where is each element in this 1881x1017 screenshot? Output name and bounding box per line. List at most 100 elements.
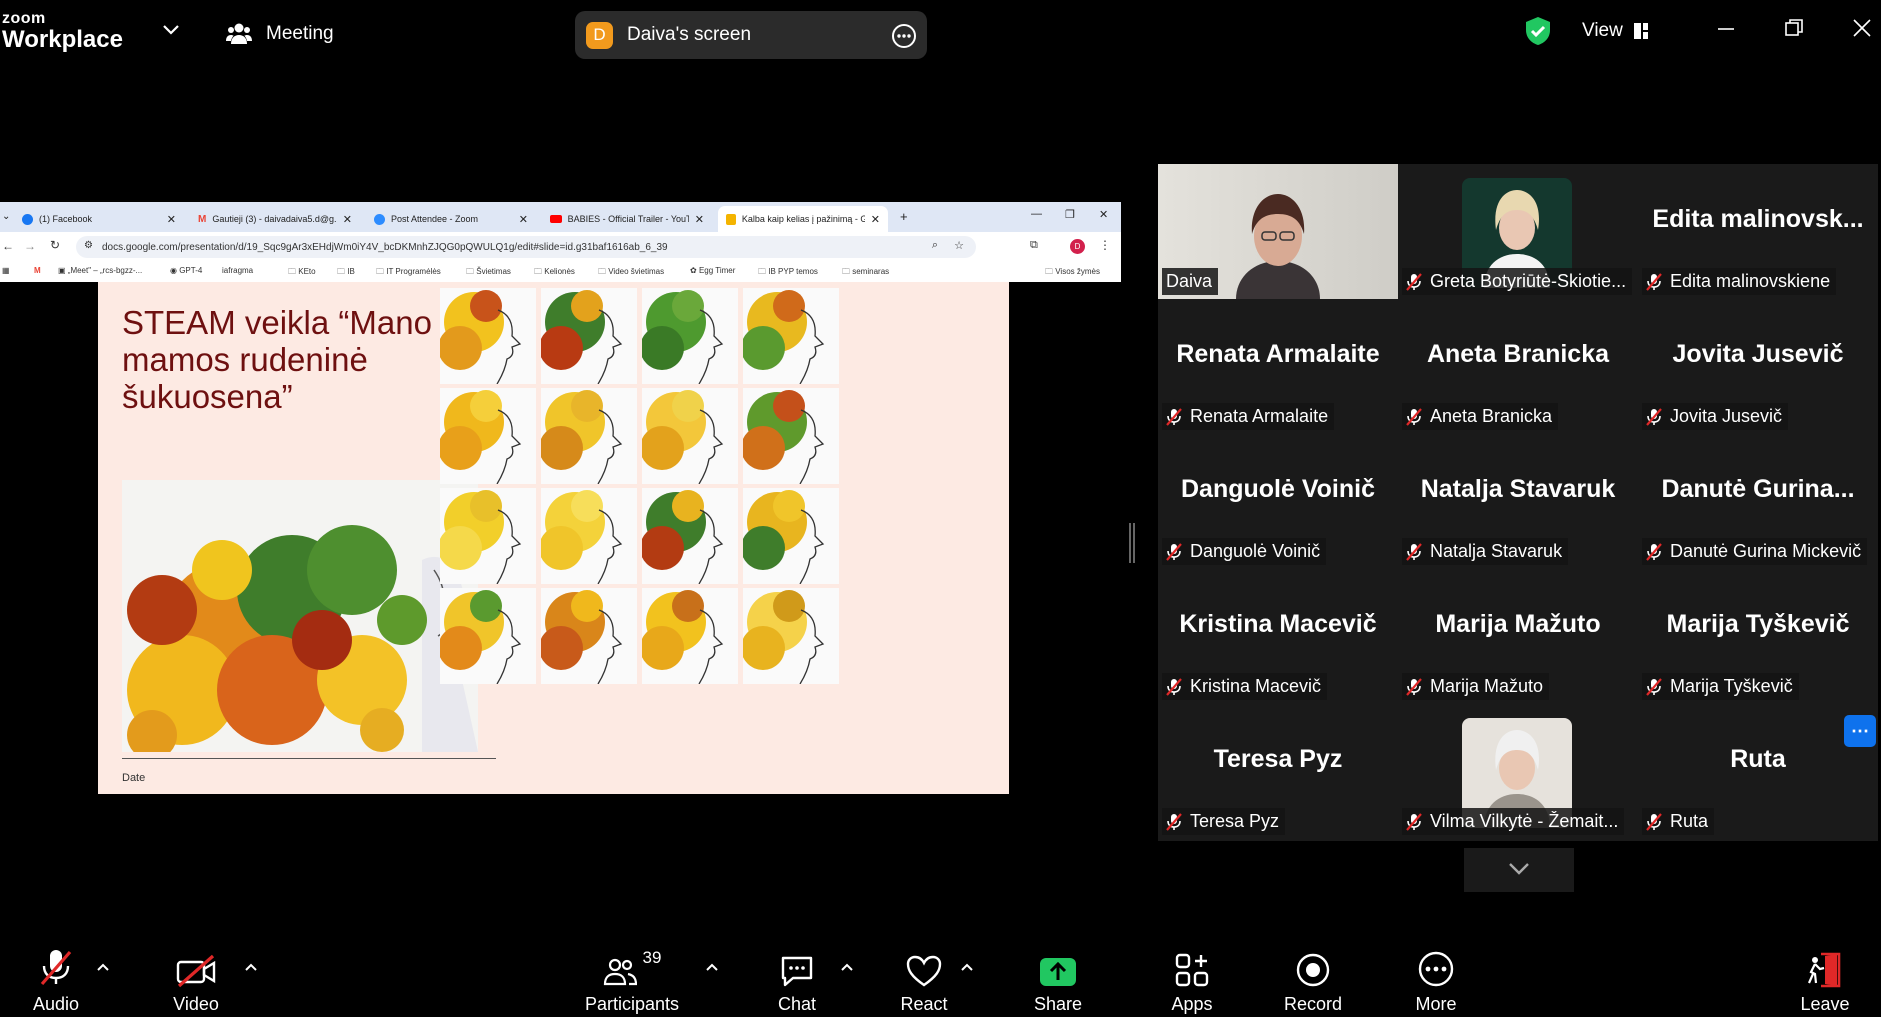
participant-tile[interactable]: Marija Tyškevič Marija Tyškevič <box>1638 569 1878 704</box>
browser-close-icon[interactable]: ✕ <box>1099 208 1108 221</box>
reload-icon[interactable]: ↻ <box>50 238 60 252</box>
record-label: Record <box>1283 994 1343 1014</box>
browser-tab[interactable]: BABIES - Official Trailer - YouTu... ✕ <box>542 206 712 232</box>
participant-tile[interactable]: Danguolė Voinič Danguolė Voinič <box>1158 434 1398 569</box>
leaf-art-tile <box>440 388 536 484</box>
participants-button[interactable]: 39 Participants <box>578 932 686 1017</box>
slides-icon <box>726 213 736 225</box>
extensions-icon[interactable]: ⧉ <box>1030 239 1038 252</box>
participant-name: Teresa Pyz <box>1190 811 1280 831</box>
gallery-more-button[interactable]: ⋯ <box>1844 715 1876 747</box>
audio-options-caret-icon[interactable] <box>96 962 110 972</box>
security-shield-icon[interactable] <box>1524 16 1552 46</box>
participant-tile[interactable]: Kristina Macevič Kristina Macevič <box>1158 569 1398 704</box>
tab-close-icon[interactable]: ✕ <box>167 213 176 226</box>
participant-tile[interactable]: Daiva <box>1158 164 1398 299</box>
chat-button[interactable]: Chat <box>762 932 832 1017</box>
react-options-caret-icon[interactable] <box>960 962 974 972</box>
participant-tile[interactable]: Jovita Jusevič Jovita Jusevič <box>1638 299 1878 434</box>
share-button[interactable]: Share <box>1022 932 1094 1017</box>
bookmark-gpt4[interactable]: ◉ GPT-4 <box>170 266 202 275</box>
participant-tile[interactable]: Natalja Stavaruk Natalja Stavaruk <box>1398 434 1638 569</box>
participant-display-name: Aneta Branicka <box>1426 340 1610 368</box>
participant-tile[interactable]: Vilma Vilkytė - Žemait... <box>1398 704 1638 839</box>
participant-tile[interactable]: Marija Mažuto Marija Mažuto <box>1398 569 1638 704</box>
browser-restore-icon[interactable]: ❐ <box>1065 208 1075 221</box>
new-tab-icon[interactable]: + <box>900 209 908 224</box>
zoom-search-icon[interactable]: ⌕ <box>932 239 938 252</box>
bookmark-folder-ib[interactable]: 🗀 IB <box>337 266 355 280</box>
video-options-caret-icon[interactable] <box>244 962 258 972</box>
zoom-icon <box>374 213 385 225</box>
panel-resize-handle[interactable] <box>1128 523 1136 563</box>
participant-tile[interactable]: Edita malinovsk... Edita malinovskiene <box>1638 164 1878 299</box>
participant-tile[interactable]: Greta Botyriūtė-Skiotie... <box>1398 164 1638 299</box>
participant-name-tag: Jovita Jusevič <box>1642 403 1789 430</box>
participant-tile[interactable]: Teresa Pyz Teresa Pyz <box>1158 704 1398 839</box>
browser-tab[interactable]: (1) Facebook ✕ <box>14 206 184 232</box>
browser-minimize-icon[interactable]: — <box>1031 208 1042 220</box>
back-icon[interactable]: ← <box>2 239 14 253</box>
all-bookmarks[interactable]: 🗀 Visos žymės <box>1045 266 1100 280</box>
bookmark-folder-svietimas[interactable]: 🗀 Švietimas <box>466 266 511 280</box>
browser-menu-icon[interactable]: ⋮ <box>1099 238 1111 252</box>
audio-button[interactable]: Audio <box>20 932 92 1017</box>
gmail-bookmark-icon[interactable]: M <box>34 266 41 275</box>
chat-options-caret-icon[interactable] <box>840 962 854 972</box>
leaf-art-tile <box>642 388 738 484</box>
apps-icon <box>1175 953 1209 987</box>
browser-address-row: ← → ↻ ⚙ docs.google.com/presentation/d/1… <box>0 232 1121 262</box>
participant-name: Natalja Stavaruk <box>1430 541 1563 561</box>
participant-tile[interactable]: Danutė Gurina... Danutė Gurina Mickevič <box>1638 434 1878 569</box>
forward-icon[interactable]: → <box>24 239 36 253</box>
gallery-next-page[interactable] <box>1464 848 1574 892</box>
tab-close-icon[interactable]: ✕ <box>343 213 352 226</box>
site-info-icon[interactable]: ⚙ <box>84 240 93 251</box>
tab-title: BABIES - Official Trailer - YouTu... <box>567 214 689 224</box>
participant-name: Danguolė Voinič <box>1190 541 1321 561</box>
meeting-menu[interactable]: Meeting <box>226 22 334 46</box>
participant-name: Vilma Vilkytė - Žemait... <box>1430 811 1619 831</box>
minimize-icon[interactable] <box>1716 18 1736 38</box>
apps-grid-icon[interactable]: ▦ <box>2 266 10 275</box>
leave-button[interactable]: Leave <box>1790 932 1860 1017</box>
more-options-icon[interactable] <box>891 23 917 49</box>
browser-tab[interactable]: M Gautieji (3) - daivadaiva5.d@g... ✕ <box>190 206 360 232</box>
bookmark-folder-keto[interactable]: 🗀 KEto <box>288 266 316 280</box>
record-button[interactable]: Record <box>1273 932 1353 1017</box>
react-button[interactable]: React <box>889 932 959 1017</box>
participant-tile[interactable]: Ruta Ruta <box>1638 704 1878 839</box>
browser-tab[interactable]: Post Attendee - Zoom ✕ <box>366 206 536 232</box>
address-bar[interactable]: ⚙ docs.google.com/presentation/d/19_Sqc9… <box>76 236 976 258</box>
profile-avatar[interactable]: D <box>1070 239 1085 254</box>
shared-screen: ⌄ (1) Facebook ✕ M Gautieji (3) - daivada… <box>0 202 1121 804</box>
participant-tile[interactable]: Aneta Branicka Aneta Branicka <box>1398 299 1638 434</box>
bookmark-folder-pyp[interactable]: 🗀 IB PYP temos <box>758 266 818 280</box>
chevron-down-icon[interactable] <box>162 24 180 36</box>
share-screen-indicator[interactable]: D Daiva's screen <box>575 11 927 59</box>
restore-icon[interactable] <box>1784 18 1804 38</box>
participant-display-name: Ruta <box>1730 745 1786 773</box>
bookmark-meet[interactable]: ▣ „Meet" – „rcs-bgzz-... <box>58 266 142 275</box>
bookmark-folder-video[interactable]: 🗀 Video švietimas <box>598 266 664 280</box>
tab-close-icon[interactable]: ✕ <box>695 213 704 226</box>
participant-tile[interactable]: Renata Armalaite Renata Armalaite <box>1158 299 1398 434</box>
bookmark-folder-keliones[interactable]: 🗀 Kelionės <box>534 266 575 280</box>
bookmark-folder-seminaras[interactable]: 🗀 seminaras <box>842 266 889 280</box>
bookmark-iafragma[interactable]: iafragma <box>222 266 253 275</box>
tab-close-icon[interactable]: ✕ <box>871 213 880 226</box>
microphone-muted-icon <box>1406 272 1422 291</box>
more-button[interactable]: More <box>1401 932 1471 1017</box>
bookmark-star-icon[interactable]: ☆ <box>954 239 964 252</box>
view-button[interactable]: View <box>1582 20 1649 42</box>
participants-options-caret-icon[interactable] <box>705 962 719 972</box>
bookmark-folder-it[interactable]: 🗀 IT Programėlės <box>376 266 441 280</box>
tab-close-icon[interactable]: ✕ <box>519 213 528 226</box>
leaf-art-tile <box>743 588 839 684</box>
apps-button[interactable]: Apps <box>1157 932 1227 1017</box>
browser-tab-active[interactable]: Kalba kaip kelias į pažinimą - G... ✕ <box>718 206 888 232</box>
close-icon[interactable] <box>1852 18 1872 38</box>
tab-list-chevron-icon[interactable]: ⌄ <box>2 211 10 222</box>
video-button[interactable]: Video <box>160 932 232 1017</box>
bookmark-egg-timer[interactable]: ✿ Egg Timer <box>690 266 735 275</box>
